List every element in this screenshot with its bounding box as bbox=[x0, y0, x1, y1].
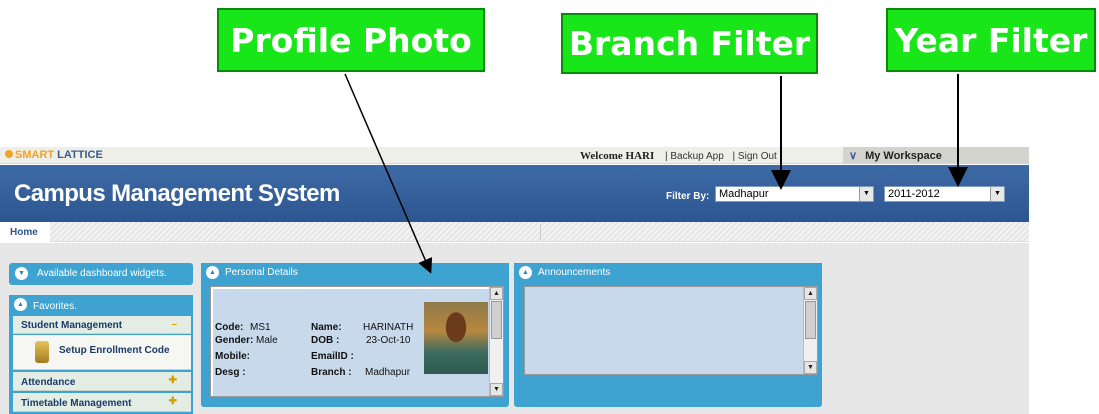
scroll-up-icon[interactable]: ▲ bbox=[490, 287, 503, 300]
scroll-down-icon[interactable]: ▼ bbox=[804, 361, 817, 374]
favorites-title: Favorites. bbox=[33, 301, 77, 312]
plus-icon[interactable]: ✚ bbox=[169, 396, 177, 407]
chevron-up-icon[interactable]: ▲ bbox=[14, 298, 27, 311]
welcome-text: Welcome HARI bbox=[580, 150, 655, 162]
chevron-down-icon[interactable]: ▼ bbox=[15, 267, 28, 280]
favorite-setup-enrollment-code[interactable]: Setup Enrollment Code bbox=[13, 335, 191, 370]
announcements-panel: ▲ Announcements ▲ ▼ bbox=[514, 263, 822, 407]
sign-out-link[interactable]: | Sign Out bbox=[733, 151, 777, 162]
callout-year-filter: Year Filter bbox=[886, 8, 1096, 72]
filter-by-label: Filter By: bbox=[666, 191, 710, 202]
favorite-label: Student Management bbox=[21, 320, 123, 331]
divider bbox=[540, 224, 541, 240]
branch-select-value: Madhapur bbox=[719, 188, 769, 200]
callout-profile-photo: Profile Photo bbox=[217, 8, 485, 72]
available-widgets-label: Available dashboard widgets. bbox=[37, 268, 167, 279]
year-select[interactable]: 2011-2012 ▼ bbox=[884, 186, 1005, 202]
page-title: Campus Management System bbox=[14, 180, 340, 207]
favorite-attendance[interactable]: Attendance ✚ bbox=[13, 372, 191, 391]
scrollbar[interactable]: ▲ ▼ bbox=[803, 287, 817, 374]
brand-logo: SMART LATTICE bbox=[5, 149, 103, 161]
year-select-value: 2011-2012 bbox=[888, 188, 940, 200]
personal-details-panel: ▲ Personal Details Code: MS1 Gender: Mal… bbox=[201, 263, 509, 407]
personal-details-header[interactable]: ▲ Personal Details bbox=[201, 263, 509, 282]
top-nav: Welcome HARI | Backup App | Sign Out bbox=[580, 150, 783, 162]
dob-value: 23-Oct-10 bbox=[366, 335, 411, 346]
scroll-up-icon[interactable]: ▲ bbox=[804, 287, 817, 300]
dob-label: DOB : bbox=[311, 335, 340, 346]
desg-label: Desg : bbox=[215, 367, 246, 378]
favorite-label: Attendance bbox=[21, 377, 76, 388]
favorite-student-management[interactable]: Student Management – bbox=[13, 316, 191, 334]
branch-select[interactable]: Madhapur ▼ bbox=[715, 186, 874, 202]
favorite-label: Setup Enrollment Code bbox=[59, 345, 170, 356]
workspace-label: My Workspace bbox=[865, 150, 942, 162]
favorite-timetable-management[interactable]: Timetable Management ✚ bbox=[13, 393, 191, 412]
code-value: MS1 bbox=[250, 322, 271, 333]
announcements-title: Announcements bbox=[538, 267, 611, 278]
scrollbar[interactable]: ▲ ▼ bbox=[489, 287, 503, 396]
branch-value: Madhapur bbox=[365, 367, 411, 378]
name-value: HARINATH bbox=[363, 322, 414, 333]
breadcrumb: Home bbox=[0, 222, 1029, 242]
home-tab[interactable]: Home bbox=[0, 222, 50, 242]
profile-photo bbox=[424, 302, 488, 374]
top-bar: SMART LATTICE Welcome HARI | Backup App … bbox=[0, 147, 1029, 164]
personal-details-body: Code: MS1 Gender: Male Mobile: Desg : Na… bbox=[210, 286, 504, 397]
my-workspace-button[interactable]: ∨ My Workspace bbox=[843, 147, 1029, 164]
scroll-thumb[interactable] bbox=[805, 301, 816, 339]
enrollment-icon bbox=[35, 341, 49, 363]
favorite-label: Timetable Management bbox=[21, 398, 132, 409]
brand-dot-icon bbox=[5, 150, 13, 158]
announcements-header[interactable]: ▲ Announcements bbox=[514, 263, 822, 282]
backup-app-link[interactable]: | Backup App bbox=[665, 151, 724, 162]
app-header: Campus Management System Filter By: Madh… bbox=[0, 165, 1029, 222]
minus-icon[interactable]: – bbox=[171, 319, 177, 330]
personal-details-content: Code: MS1 Gender: Male Mobile: Desg : Na… bbox=[213, 289, 489, 396]
callout-branch-filter: Branch Filter bbox=[561, 13, 818, 74]
announcements-body: ▲ ▼ bbox=[524, 286, 818, 375]
favorites-header[interactable]: ▲ Favorites. bbox=[9, 295, 193, 315]
chevron-down-icon[interactable]: ▼ bbox=[990, 187, 1004, 201]
personal-details-title: Personal Details bbox=[225, 267, 298, 278]
code-label: Code: bbox=[215, 322, 244, 333]
available-widgets-bar[interactable]: ▼ Available dashboard widgets. bbox=[9, 263, 193, 285]
scroll-thumb[interactable] bbox=[491, 301, 502, 339]
chevron-down-icon: ∨ bbox=[849, 150, 858, 162]
plus-icon[interactable]: ✚ bbox=[169, 375, 177, 386]
name-label: Name: bbox=[311, 322, 342, 333]
chevron-up-icon[interactable]: ▲ bbox=[206, 266, 219, 279]
mobile-label: Mobile: bbox=[215, 351, 250, 362]
dashboard-area: ▼ Available dashboard widgets. ▲ Favorit… bbox=[0, 243, 1029, 414]
chevron-down-icon[interactable]: ▼ bbox=[859, 187, 873, 201]
scroll-down-icon[interactable]: ▼ bbox=[490, 383, 503, 396]
branch-label: Branch : bbox=[311, 367, 352, 378]
email-label: EmailID : bbox=[311, 351, 354, 362]
chevron-up-icon[interactable]: ▲ bbox=[519, 266, 532, 279]
gender-value: Male bbox=[256, 335, 278, 346]
gender-label: Gender: bbox=[215, 335, 254, 346]
